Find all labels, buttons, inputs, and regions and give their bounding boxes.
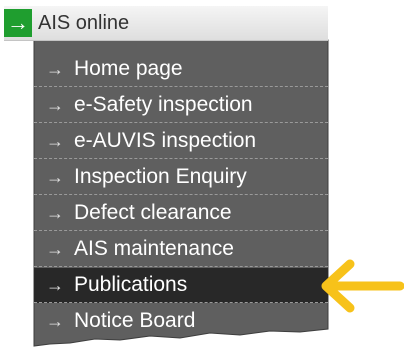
- menu-item-defect-clearance[interactable]: → Defect clearance: [34, 196, 328, 231]
- arrow-right-icon: →: [46, 239, 64, 259]
- menu-item-publications[interactable]: → Publications: [34, 268, 328, 303]
- arrow-right-icon: →: [46, 131, 64, 151]
- menu-item-label: Home page: [74, 57, 183, 80]
- menu-item-inspection-enquiry[interactable]: → Inspection Enquiry: [34, 160, 328, 195]
- menu-item-label: e-Safety inspection: [74, 93, 253, 116]
- menu-header-title: AIS online: [38, 12, 130, 34]
- arrow-right-icon: →: [4, 9, 32, 37]
- ais-online-menu: → Home page → e-Safety inspection → e-AU…: [0, 0, 406, 358]
- menu-item-label: AIS maintenance: [74, 237, 234, 260]
- menu-header[interactable]: → AIS online: [4, 6, 328, 41]
- menu-item-e-auvis-inspection[interactable]: → e-AUVIS inspection: [34, 124, 328, 159]
- arrow-right-icon: →: [46, 95, 64, 115]
- arrow-left-icon: [321, 259, 404, 313]
- menu-item-label: Defect clearance: [74, 201, 232, 224]
- arrow-right-icon: →: [46, 59, 64, 79]
- menu-item-label: Notice Board: [74, 309, 196, 332]
- menu-item-label: Publications: [74, 273, 188, 296]
- arrow-right-icon: →: [46, 167, 64, 187]
- arrow-right-icon: →: [46, 311, 64, 331]
- menu-item-label: Inspection Enquiry: [74, 165, 247, 188]
- menu-item-home-page[interactable]: → Home page: [34, 52, 328, 87]
- menu-item-ais-maintenance[interactable]: → AIS maintenance: [34, 232, 328, 267]
- menu-item-notice-board[interactable]: → Notice Board: [34, 304, 328, 339]
- arrow-right-icon: →: [46, 275, 64, 295]
- menu-item-e-safety-inspection[interactable]: → e-Safety inspection: [34, 88, 328, 123]
- menu-item-label: e-AUVIS inspection: [74, 129, 257, 152]
- arrow-right-icon: →: [46, 203, 64, 223]
